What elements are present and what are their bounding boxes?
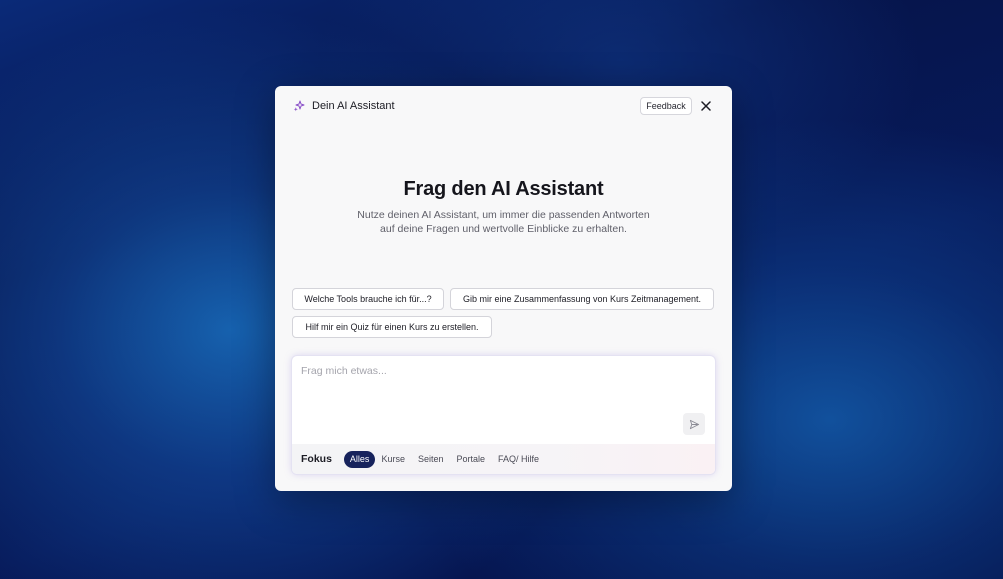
close-icon[interactable]	[699, 99, 713, 113]
ai-assistant-dialog: Dein AI Assistant Feedback Frag den AI A…	[275, 86, 732, 491]
filter-alles[interactable]: Alles	[343, 450, 376, 468]
feedback-button[interactable]: Feedback	[640, 97, 692, 115]
hero-subtitle: Nutze deinen AI Assistant, um immer die …	[335, 208, 672, 236]
chat-composer: Fokus Alles Kurse Seiten Portale FAQ/ Hi…	[292, 356, 715, 474]
focus-filter-bar: Fokus Alles Kurse Seiten Portale FAQ/ Hi…	[292, 444, 715, 474]
hero-subtitle-line: Nutze deinen AI Assistant, um immer die …	[357, 209, 650, 221]
prompt-input[interactable]	[292, 356, 715, 444]
filter-seiten[interactable]: Seiten	[412, 451, 450, 468]
filter-faq-hilfe[interactable]: FAQ/ Hilfe	[492, 451, 545, 468]
filter-portale[interactable]: Portale	[450, 451, 491, 468]
suggestion-chip-quiz[interactable]: Hilf mir ein Quiz für einen Kurs zu erst…	[292, 316, 492, 338]
focus-label: Fokus	[301, 453, 332, 465]
hero-title: Frag den AI Assistant	[403, 178, 604, 200]
suggestion-chip-summary[interactable]: Gib mir eine Zusammenfassung von Kurs Ze…	[450, 288, 714, 310]
sparkle-icon	[293, 100, 305, 112]
hero-subtitle-line: auf deine Fragen und wertvolle Einblicke…	[380, 223, 627, 235]
filter-kurse[interactable]: Kurse	[375, 451, 411, 468]
suggestion-chip-tools[interactable]: Welche Tools brauche ich für...?	[292, 288, 444, 310]
dialog-title: Dein AI Assistant	[312, 100, 395, 112]
send-icon[interactable]	[683, 413, 705, 435]
